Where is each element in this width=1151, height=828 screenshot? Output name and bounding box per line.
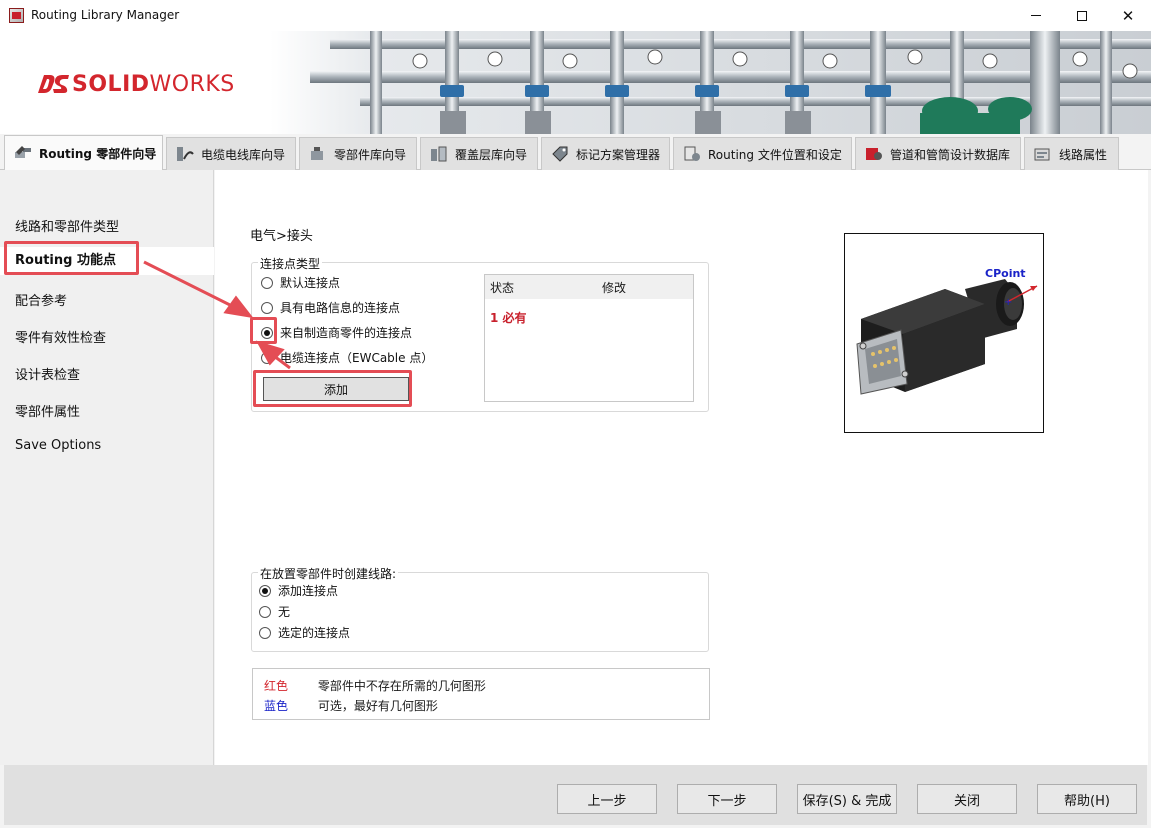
back-button[interactable]: 上一步 (557, 784, 657, 814)
wizard-footer: 上一步 下一步 保存(S) & 完成 关闭 帮助(H) (4, 765, 1147, 825)
annotation-arrows (143, 260, 291, 370)
save-finish-button[interactable]: 保存(S) & 完成 (797, 784, 897, 814)
close-button[interactable]: 关闭 (917, 784, 1017, 814)
help-button[interactable]: 帮助(H) (1037, 784, 1137, 814)
next-button[interactable]: 下一步 (677, 784, 777, 814)
